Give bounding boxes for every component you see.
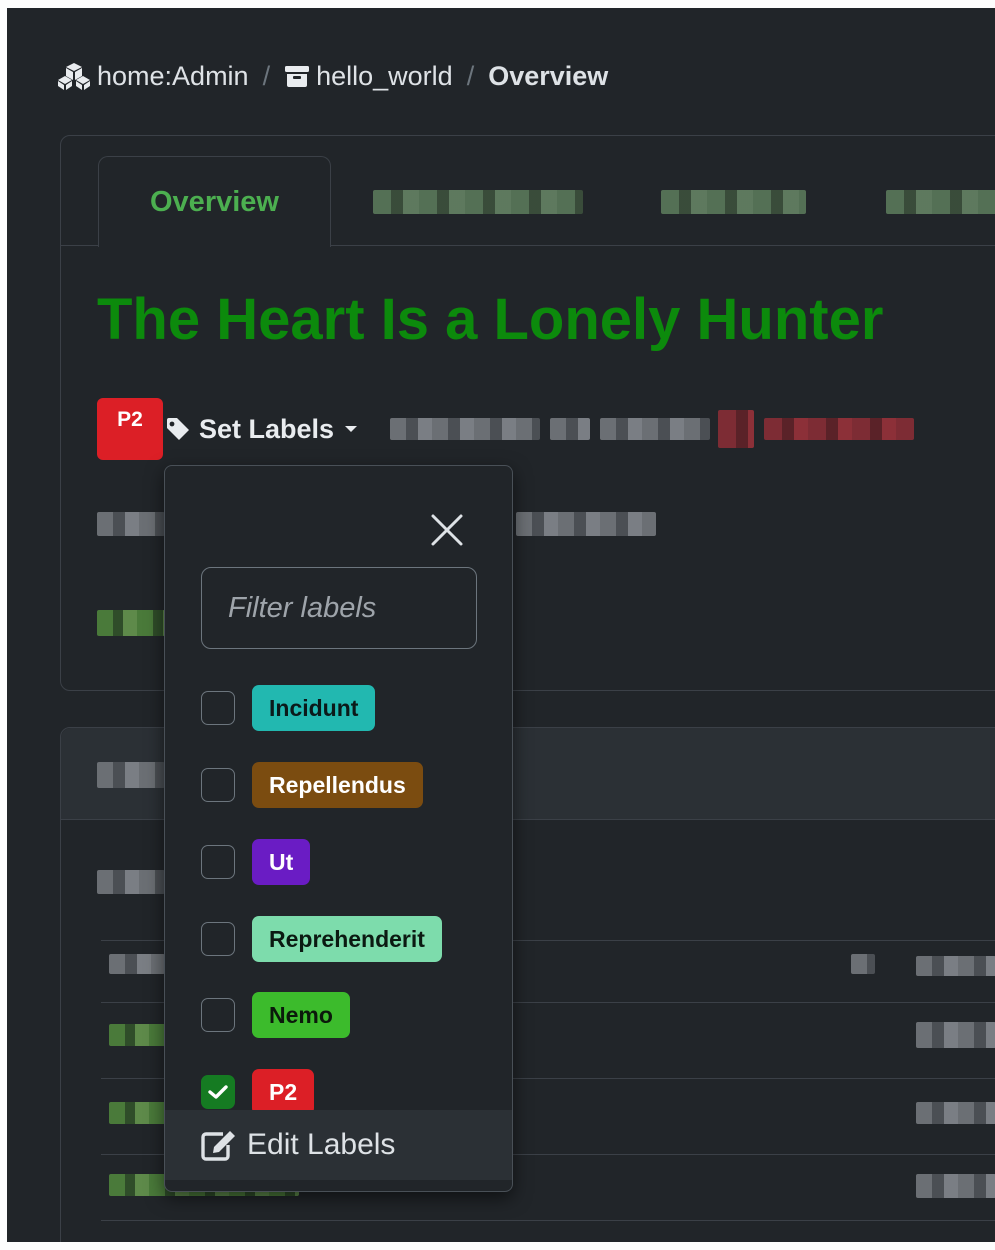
breadcrumb-project-label: home:Admin bbox=[97, 60, 249, 91]
tab-redacted[interactable] bbox=[373, 190, 583, 214]
edit-icon bbox=[201, 1131, 235, 1161]
redacted-text bbox=[97, 512, 165, 536]
label-option[interactable]: Incidunt bbox=[201, 684, 376, 732]
cubes-icon bbox=[58, 63, 90, 90]
label-pill: P2 bbox=[252, 1069, 315, 1115]
close-icon bbox=[431, 514, 463, 546]
redacted-text bbox=[97, 870, 165, 894]
redacted-text bbox=[916, 1102, 995, 1124]
redacted-text bbox=[764, 418, 915, 440]
label-option[interactable]: Nemo bbox=[201, 991, 350, 1039]
redacted-text bbox=[600, 418, 711, 440]
close-dropdown-button[interactable] bbox=[427, 510, 467, 550]
tab-redacted[interactable] bbox=[661, 190, 806, 214]
label-checkbox[interactable] bbox=[201, 922, 235, 956]
breadcrumb: home:Admin / hello_world / Overview bbox=[57, 56, 608, 96]
redacted-link[interactable] bbox=[109, 1102, 169, 1124]
redacted-text bbox=[516, 512, 656, 536]
label-option[interactable]: P2 bbox=[201, 1068, 315, 1116]
redacted-text bbox=[97, 762, 165, 788]
label-pill: Repellendus bbox=[252, 762, 423, 808]
labels-bar: P2 Set Labels bbox=[97, 398, 915, 460]
breadcrumb-package[interactable]: hello_world bbox=[284, 61, 453, 92]
redacted-text bbox=[390, 418, 541, 440]
label-checkbox[interactable] bbox=[201, 845, 235, 879]
label-option[interactable]: Repellendus bbox=[201, 761, 423, 809]
breadcrumb-separator: / bbox=[466, 60, 475, 91]
label-pill: Incidunt bbox=[252, 685, 376, 731]
redacted-text bbox=[916, 1174, 995, 1198]
edit-labels-label: Edit Labels bbox=[247, 1128, 396, 1161]
label-pill: Ut bbox=[252, 839, 311, 885]
labels-dropdown: Incidunt Repellendus Ut Reprehenderit Nemo P2… bbox=[164, 465, 513, 1192]
breadcrumb-project[interactable]: home:Admin bbox=[57, 61, 249, 92]
label-pill: Nemo bbox=[252, 992, 350, 1038]
package-title: The Heart Is a Lonely Hunter bbox=[97, 287, 884, 352]
label-checkbox[interactable] bbox=[201, 691, 235, 725]
table-row-divider bbox=[101, 1220, 995, 1221]
redacted-text bbox=[916, 1022, 995, 1048]
label-pill: Reprehenderit bbox=[252, 916, 442, 962]
tab-redacted[interactable] bbox=[886, 190, 995, 214]
app-screen: home:Admin / hello_world / Overview Over… bbox=[7, 8, 995, 1242]
tag-icon bbox=[167, 418, 189, 440]
breadcrumb-separator: / bbox=[262, 60, 271, 91]
archive-icon bbox=[285, 66, 310, 87]
tab-overview[interactable]: Overview bbox=[98, 156, 331, 247]
label-option[interactable]: Ut bbox=[201, 838, 311, 886]
redacted-link[interactable] bbox=[109, 1024, 169, 1046]
set-labels-button[interactable]: Set Labels bbox=[165, 414, 358, 445]
redacted-text bbox=[109, 954, 165, 974]
redacted-text bbox=[550, 418, 591, 440]
label-badge-p2: P2 bbox=[97, 398, 163, 460]
check-icon bbox=[208, 1085, 228, 1099]
label-option[interactable]: Reprehenderit bbox=[201, 915, 442, 963]
label-checkbox[interactable] bbox=[201, 1075, 235, 1109]
breadcrumb-package-label: hello_world bbox=[316, 60, 453, 91]
screenshot-frame: home:Admin / hello_world / Overview Over… bbox=[0, 0, 995, 1250]
redacted-text bbox=[97, 610, 165, 636]
caret-down-icon bbox=[345, 426, 358, 432]
edit-labels-button[interactable]: Edit Labels bbox=[165, 1110, 512, 1180]
filter-labels-input[interactable] bbox=[201, 567, 477, 649]
breadcrumb-current: Overview bbox=[488, 60, 609, 91]
redacted-text bbox=[916, 956, 995, 976]
redacted-text bbox=[851, 954, 875, 974]
label-checkbox[interactable] bbox=[201, 768, 235, 802]
set-labels-label: Set Labels bbox=[199, 413, 335, 444]
redacted-avatar bbox=[718, 410, 755, 448]
label-checkbox[interactable] bbox=[201, 998, 235, 1032]
